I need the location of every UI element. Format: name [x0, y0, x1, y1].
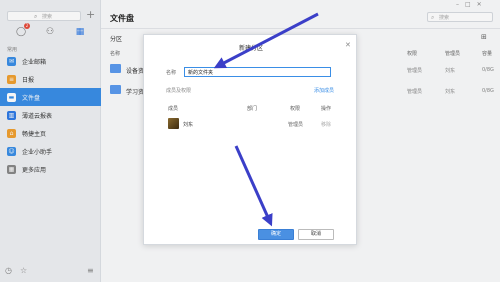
zone-name-input[interactable] [184, 67, 331, 77]
remove-member-link[interactable]: 移除 [321, 121, 331, 128]
name-label: 名称 [166, 70, 177, 76]
confirm-button[interactable]: 确定 [258, 229, 294, 240]
add-member-link[interactable]: 添加成员 [314, 87, 334, 94]
close-icon[interactable]: ✕ [345, 41, 351, 49]
avatar [168, 118, 179, 129]
dialog-title: 新建分区 [238, 45, 263, 52]
perm-column: 权限 [290, 106, 301, 112]
new-zone-dialog: 新建分区 ✕ 名称 成员及权限 添加成员 成员 部门 权限 操作 刘东 管理员 … [143, 34, 357, 245]
member-perm-select[interactable]: 管理员 [288, 121, 303, 128]
cancel-button[interactable]: 取消 [298, 229, 334, 240]
member-column: 成员 [168, 106, 179, 112]
members-label: 成员及权限 [166, 88, 192, 94]
op-column: 操作 [321, 106, 332, 112]
dept-column: 部门 [247, 106, 258, 112]
member-name: 刘东 [183, 122, 194, 128]
